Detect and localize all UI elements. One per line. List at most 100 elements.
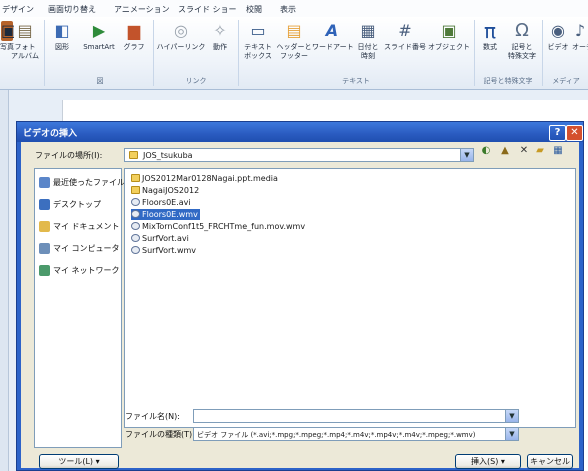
- close-button[interactable]: ✕: [566, 125, 583, 141]
- place-documents[interactable]: マイ ドキュメント: [39, 221, 120, 237]
- chart-button[interactable]: ▆ グラフ: [121, 21, 147, 52]
- views-icon[interactable]: ▦: [551, 144, 565, 158]
- photo-album-label: フォト: [14, 43, 36, 51]
- textbox-sublabel: ボックス: [244, 52, 272, 60]
- equation-button[interactable]: π 数式: [476, 21, 504, 52]
- place-label: 最近使ったファイル: [53, 178, 125, 187]
- tools-button[interactable]: ツール(L) ▾: [39, 454, 119, 469]
- photo-album-sublabel: アルバム: [11, 52, 39, 60]
- tools-label: ツール(L): [58, 457, 94, 466]
- computer-icon: [39, 243, 50, 254]
- file-name: MixTornConf1t5_FRCHTme_fun.mov.wmv: [142, 222, 306, 231]
- dialog-client: ファイルの場所(I): JOS_tsukuba ▼ ◐ ▲ ✕ ▰ ▦ 最近使っ…: [21, 142, 579, 469]
- back-icon[interactable]: ◐: [479, 144, 493, 158]
- place-label: デスクトップ: [53, 200, 101, 209]
- places-bar: 最近使ったファイル デスクトップ マイ ドキュメント マイ コンピュータ マイ …: [34, 168, 125, 448]
- symbol-button[interactable]: Ω 記号と 特殊文字: [504, 21, 540, 61]
- symbol-label: 記号と: [511, 43, 533, 51]
- smartart-label: SmartArt: [83, 43, 115, 51]
- lookin-combobox[interactable]: JOS_tsukuba ▼: [124, 148, 474, 162]
- list-item-selected[interactable]: Floors0E.wmv: [131, 209, 200, 220]
- date-time-button[interactable]: ▦ 日付と 時刻: [353, 21, 383, 61]
- desktop-icon: [39, 199, 50, 210]
- ribbon-separator: [474, 20, 475, 86]
- recent-icon: [39, 177, 50, 188]
- insert-label: 挿入(S): [471, 457, 499, 466]
- smartart-button[interactable]: ▶ SmartArt: [78, 21, 120, 52]
- filetype-label: ファイルの種類(T):: [125, 430, 195, 439]
- tab-slideshow[interactable]: スライド ショー: [178, 4, 237, 15]
- header-footer-label: ヘッダーと: [276, 43, 312, 51]
- delete-icon[interactable]: ✕: [517, 144, 531, 158]
- place-network[interactable]: マイ ネットワーク: [39, 265, 120, 281]
- group-symbols-label: 記号と特殊文字: [483, 77, 533, 85]
- ribbon-tab-bar: デザイン 画面切り替え アニメーション スライド ショー 校閲 表示: [0, 0, 588, 18]
- place-recent[interactable]: 最近使ったファイル: [39, 177, 125, 193]
- place-desktop[interactable]: デスクトップ: [39, 199, 101, 215]
- shapes-button[interactable]: ◧ 図形: [48, 21, 76, 52]
- chevron-down-icon[interactable]: ▼: [505, 410, 518, 422]
- dialog-title: ビデオの挿入: [23, 129, 78, 139]
- network-icon: [39, 265, 50, 276]
- tab-animations[interactable]: アニメーション: [114, 4, 170, 15]
- list-item[interactable]: JOS2012Mar0128Nagai.ppt.media: [131, 173, 280, 184]
- list-item[interactable]: SurfVort.wmv: [131, 245, 198, 256]
- list-item[interactable]: MixTornConf1t5_FRCHTme_fun.mov.wmv: [131, 221, 307, 232]
- header-footer-button[interactable]: ▤ ヘッダーと フッター: [276, 21, 312, 61]
- help-button[interactable]: ?: [549, 125, 566, 141]
- cancel-button[interactable]: キャンセル: [527, 454, 573, 469]
- folder-icon: [131, 174, 140, 182]
- group-text-label: テキスト: [342, 77, 370, 85]
- ribbon-separator: [44, 20, 45, 86]
- chevron-down-icon[interactable]: ▼: [460, 149, 473, 161]
- equation-icon: π: [483, 19, 497, 43]
- list-item[interactable]: Floors0E.avi: [131, 197, 193, 208]
- action-button[interactable]: ✧ 動作: [206, 21, 234, 52]
- textbox-icon: ▭: [250, 21, 266, 40]
- ribbon-separator: [542, 20, 543, 86]
- date-time-sublabel: 時刻: [361, 52, 375, 60]
- audio-icon: ♪: [574, 21, 586, 40]
- wordart-button[interactable]: A ワードアート: [312, 21, 354, 52]
- place-computer[interactable]: マイ コンピュータ: [39, 243, 120, 259]
- place-label: マイ コンピュータ: [53, 244, 120, 253]
- tab-review[interactable]: 校閲: [246, 4, 262, 15]
- shapes-label: 図形: [55, 43, 69, 51]
- documents-icon: [39, 221, 50, 232]
- file-name: Floors0E.avi: [142, 198, 191, 207]
- hyperlink-button[interactable]: ◎ ハイパーリンク: [156, 21, 206, 52]
- date-time-icon: ▦: [360, 21, 376, 40]
- chevron-down-icon[interactable]: ▼: [505, 428, 518, 440]
- insert-button[interactable]: 挿入(S) ▾: [455, 454, 521, 469]
- file-name: SurfVort.avi: [142, 234, 189, 243]
- video-file-icon: [131, 222, 140, 230]
- filename-label: ファイル名(N):: [125, 412, 180, 421]
- lookin-value: JOS_tsukuba: [143, 151, 193, 160]
- wordart-icon: A: [325, 21, 339, 40]
- up-folder-icon[interactable]: ▲: [498, 144, 512, 158]
- video-file-icon: [131, 210, 140, 218]
- hyperlink-label: ハイパーリンク: [156, 43, 206, 51]
- slide-number-button[interactable]: # スライド番号: [383, 21, 427, 52]
- video-file-icon: [131, 234, 140, 242]
- file-name: SurfVort.wmv: [142, 246, 197, 255]
- video-button[interactable]: ◉ ビデオ: [544, 21, 572, 52]
- tab-transitions[interactable]: 画面切り替え: [48, 4, 96, 15]
- audio-button[interactable]: ♪ オーディオ: [572, 21, 588, 52]
- photo-album-button[interactable]: ▤ フォト アルバム: [6, 21, 44, 61]
- photo-album-icon: ▤: [17, 21, 33, 40]
- tab-view[interactable]: 表示: [280, 4, 296, 15]
- object-button[interactable]: ▣ オブジェクト: [427, 21, 471, 52]
- audio-label: オーディオ: [572, 43, 588, 51]
- filename-input[interactable]: ▼: [193, 409, 519, 423]
- object-icon: ▣: [441, 21, 457, 40]
- tab-design[interactable]: デザイン: [2, 4, 34, 15]
- list-item[interactable]: SurfVort.avi: [131, 233, 191, 244]
- new-folder-icon[interactable]: ▰: [533, 144, 547, 158]
- filetype-select[interactable]: ビデオ ファイル (*.avi;*.mpg;*.mpeg;*.mp4;*.m4v…: [193, 427, 519, 441]
- textbox-button[interactable]: ▭ テキスト ボックス: [240, 21, 276, 61]
- list-item[interactable]: NagaiJOS2012: [131, 185, 201, 196]
- equation-label: 数式: [483, 43, 497, 51]
- file-name: NagaiJOS2012: [142, 186, 200, 195]
- symbol-icon: Ω: [515, 20, 529, 41]
